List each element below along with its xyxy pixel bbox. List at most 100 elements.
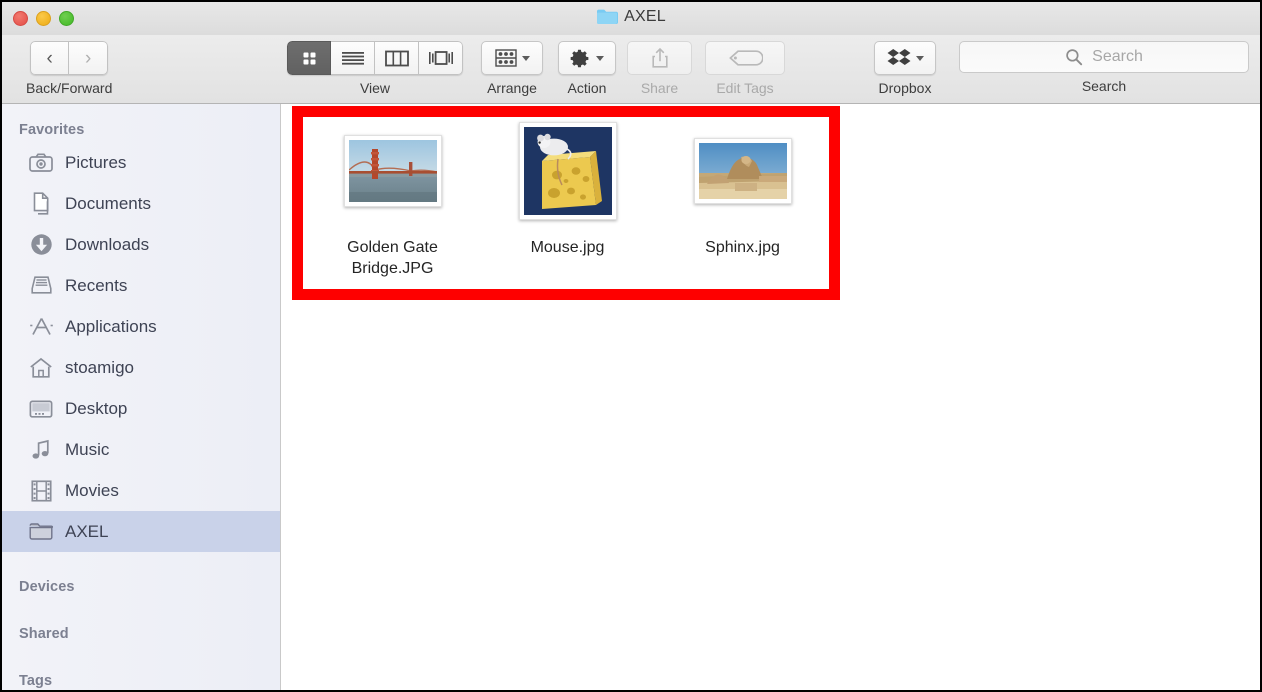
sphinx-photo — [698, 143, 787, 199]
back-forward-segmented-control[interactable]: ‹ › — [30, 41, 109, 75]
sidebar-item-applications[interactable]: Applications — [2, 306, 280, 347]
view-caption: View — [359, 80, 391, 96]
sidebar-item-documents[interactable]: Documents — [2, 183, 280, 224]
edit-tags-button[interactable] — [705, 41, 785, 75]
dropbox-button[interactable] — [874, 41, 936, 75]
arrange-group: Arrange — [481, 41, 543, 96]
arrange-button[interactable] — [481, 41, 543, 75]
sidebar-item-label: Recents — [65, 275, 128, 295]
thumbnail-wrapper — [343, 118, 442, 224]
sidebar-item-pictures[interactable]: Pictures — [2, 142, 280, 183]
sidebar-section-header-devices: Devices — [19, 579, 75, 595]
list-icon — [341, 51, 364, 65]
arrange-grid-icon — [494, 49, 517, 67]
sidebar-section-header-favorites: Favorites — [19, 122, 85, 138]
chevron-left-icon: ‹ — [46, 47, 53, 69]
file-name-label: Mouse.jpg — [530, 239, 605, 256]
sidebar-item-label: Downloads — [65, 234, 150, 254]
dropbox-group: Dropbox — [874, 41, 936, 96]
golden-gate-bridge-photo — [348, 140, 437, 202]
window-title: AXEL — [2, 8, 1260, 30]
list-view-button[interactable] — [331, 41, 375, 75]
chevron-down-icon — [915, 55, 924, 61]
sidebar-item-label: Documents — [65, 193, 151, 213]
chevron-down-icon — [521, 55, 530, 61]
file-browser-content[interactable]: Golden Gate Bridge.JPG Mouse.jpg Sphinx.… — [282, 104, 1260, 690]
view-segmented-control[interactable] — [287, 41, 463, 75]
share-group: Share — [627, 41, 692, 96]
sidebar-item-label: stoamigo — [65, 357, 134, 377]
file-item[interactable]: Sphinx.jpg — [655, 118, 830, 279]
sidebar-item-music[interactable]: Music — [2, 429, 280, 470]
finder-window: AXEL ‹ › Back/Forward View Arrange Actio… — [0, 0, 1262, 692]
thumbnail-wrapper — [518, 118, 617, 224]
home-icon — [28, 356, 54, 380]
sidebar-item-movies[interactable]: Movies — [2, 470, 280, 511]
view-group: View — [287, 41, 463, 96]
sidebar-item-axel[interactable]: AXEL — [2, 511, 280, 552]
icon-view-button[interactable] — [287, 41, 331, 75]
action-caption: Action — [567, 80, 607, 96]
search-input[interactable]: Search — [959, 41, 1249, 73]
sidebar-item-label: Pictures — [65, 152, 127, 172]
folder-icon — [596, 8, 619, 30]
sidebar-item-label: AXEL — [65, 521, 109, 541]
search-icon — [1066, 49, 1083, 66]
file-thumbnail — [693, 138, 792, 204]
camera-icon — [28, 151, 54, 175]
window-titlebar: AXEL — [2, 2, 1260, 35]
gear-icon — [570, 49, 589, 67]
forward-button[interactable]: › — [69, 41, 109, 75]
file-name-label: Sphinx.jpg — [705, 239, 780, 256]
column-view-button[interactable] — [375, 41, 419, 75]
finder-toolbar: ‹ › Back/Forward View Arrange Action Sha… — [2, 35, 1260, 104]
columns-icon — [384, 50, 409, 66]
sidebar-item-stoamigo[interactable]: stoamigo — [2, 347, 280, 388]
sidebar-item-label: Movies — [65, 480, 119, 500]
search-placeholder: Search — [1092, 48, 1143, 65]
file-item[interactable]: Mouse.jpg — [480, 118, 655, 279]
applications-icon — [28, 315, 54, 339]
music-note-icon — [28, 438, 54, 462]
edit-tags-caption: Edit Tags — [716, 80, 774, 96]
file-name-label: Golden Gate Bridge.JPG — [347, 239, 438, 277]
folder-icon — [28, 520, 54, 544]
action-button[interactable] — [558, 41, 616, 75]
sidebar-item-downloads[interactable]: Downloads — [2, 224, 280, 265]
edit-tags-group: Edit Tags — [705, 41, 785, 96]
thumbnail-wrapper — [693, 118, 792, 224]
sidebar-section-header-tags: Tags — [19, 673, 53, 689]
share-button[interactable] — [627, 41, 692, 75]
file-thumbnail — [343, 135, 442, 207]
film-icon — [28, 479, 54, 503]
back-button[interactable]: ‹ — [30, 41, 70, 75]
documents-icon — [28, 191, 54, 216]
navigation-caption: Back/Forward — [26, 80, 113, 96]
share-icon — [651, 47, 668, 68]
sidebar-item-label: Desktop — [65, 398, 128, 418]
file-item[interactable]: Golden Gate Bridge.JPG — [305, 118, 480, 279]
sidebar-item-desktop[interactable]: Desktop — [2, 388, 280, 429]
sidebar-item-label: Music — [65, 439, 110, 459]
recents-icon — [28, 274, 54, 298]
sidebar-item-recents[interactable]: Recents — [2, 265, 280, 306]
file-icon-grid: Golden Gate Bridge.JPG Mouse.jpg Sphinx.… — [305, 118, 830, 279]
mouse-on-cheese-photo — [523, 127, 612, 215]
download-icon — [28, 233, 54, 257]
desktop-icon — [28, 397, 54, 421]
sidebar-section-header-shared: Shared — [19, 626, 69, 642]
sidebar-item-label: Applications — [65, 316, 157, 336]
coverflow-icon — [428, 50, 453, 65]
chevron-down-icon — [596, 55, 604, 61]
chevron-right-icon: › — [85, 47, 92, 69]
gallery-view-button[interactable] — [419, 41, 463, 75]
tag-icon — [729, 50, 763, 66]
action-group: Action — [558, 41, 616, 96]
search-caption: Search — [1081, 78, 1127, 94]
search-group: Search Search — [959, 41, 1249, 94]
file-thumbnail — [518, 122, 617, 220]
navigation-group: ‹ › Back/Forward — [26, 41, 112, 96]
sidebar-divider — [2, 552, 280, 561]
arrange-caption: Arrange — [487, 80, 537, 96]
